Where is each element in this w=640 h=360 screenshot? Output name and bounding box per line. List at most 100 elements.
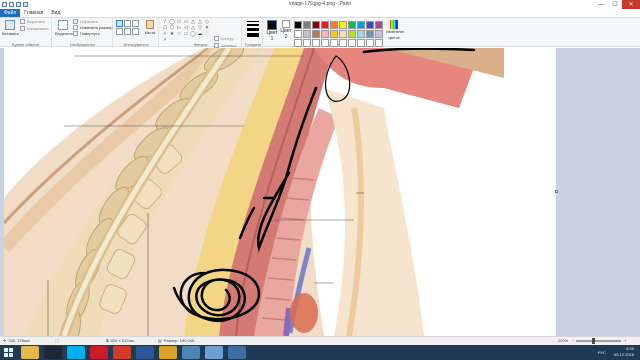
tab-view[interactable]: Вид xyxy=(47,9,64,17)
crop-button[interactable]: Обрезать xyxy=(73,19,98,24)
cut-button[interactable]: Вырезать xyxy=(20,19,45,24)
shape-option[interactable]: ♡ xyxy=(204,32,210,37)
color-swatch[interactable] xyxy=(339,21,347,29)
magnifier-icon[interactable] xyxy=(132,28,139,35)
shape-option[interactable]: ☆ xyxy=(176,32,182,37)
color-swatch[interactable] xyxy=(321,39,329,47)
taskbar-steam-icon[interactable] xyxy=(44,346,62,359)
language-indicator[interactable]: РУС xyxy=(598,350,606,355)
color-swatch[interactable] xyxy=(366,30,374,38)
color-swatch[interactable] xyxy=(294,39,302,47)
fill-icon[interactable] xyxy=(124,20,131,27)
zoom-in-button[interactable]: + xyxy=(624,338,626,343)
color-swatch[interactable] xyxy=(294,30,302,38)
select-button[interactable]: Выделить xyxy=(55,20,73,36)
start-button[interactable] xyxy=(0,345,16,360)
paste-button[interactable]: Вставить xyxy=(2,20,19,36)
color-swatch[interactable] xyxy=(348,39,356,47)
undo-icon[interactable] xyxy=(16,2,21,7)
taskbar-explorer-icon[interactable] xyxy=(21,346,39,359)
color-swatch[interactable] xyxy=(294,21,302,29)
image-size-icon: ⧈ xyxy=(106,338,109,343)
taskbar-skype-icon[interactable] xyxy=(67,346,85,359)
image-group: Выделить Обрезать Изменить размер Поверн… xyxy=(53,18,113,48)
taskbar-apps xyxy=(16,346,246,359)
taskbar-daemon-icon[interactable] xyxy=(182,346,200,359)
text-icon[interactable] xyxy=(132,20,139,27)
resize-handle-right[interactable] xyxy=(555,190,558,193)
taskbar-chrome-icon[interactable] xyxy=(159,346,177,359)
taskbar-word-icon[interactable] xyxy=(136,346,154,359)
ribbon-tabs: Файл Главная Вид xyxy=(0,9,640,17)
color-swatch[interactable] xyxy=(312,39,320,47)
color-swatch[interactable] xyxy=(366,21,374,29)
workspace xyxy=(0,48,640,336)
redo-icon[interactable] xyxy=(23,2,28,7)
zoom-slider[interactable] xyxy=(576,340,621,342)
color-swatch[interactable] xyxy=(375,21,383,29)
clock[interactable]: 8:30 05.12.2015 xyxy=(614,346,634,358)
shape-option[interactable]: ◯ xyxy=(190,32,196,37)
tab-file[interactable]: Файл xyxy=(0,9,21,17)
color-swatch[interactable] xyxy=(303,21,311,29)
color-swatch[interactable] xyxy=(348,30,356,38)
color-picker-icon[interactable] xyxy=(124,28,131,35)
color-swatch[interactable] xyxy=(321,30,329,38)
size-button[interactable] xyxy=(247,21,259,37)
shape-option[interactable]: ⚡ xyxy=(162,38,168,43)
color-swatch[interactable] xyxy=(357,39,365,47)
color-swatch[interactable] xyxy=(357,30,365,38)
brush-icon xyxy=(146,20,154,29)
zoom-slider-thumb[interactable] xyxy=(592,338,595,344)
shapes-gallery[interactable]: / ◯ ▭ ▭ △ △ ◇ ⬠ ⬡ ▷ ◁ △ ▽ ✦ ✧ ★ ☆ ▭ ◯ ☁ ♡ ⚡ xyxy=(162,20,212,43)
close-button[interactable]: ✕ xyxy=(622,0,640,9)
pencil-icon[interactable] xyxy=(116,20,123,27)
save-icon[interactable] xyxy=(9,2,14,7)
file-size-icon: ▤ xyxy=(158,338,162,343)
shape-option[interactable]: ★ xyxy=(169,32,175,37)
color1-button[interactable]: Цвет 1 xyxy=(266,20,278,42)
zoom-out-button[interactable]: − xyxy=(572,338,574,343)
color-swatch[interactable] xyxy=(330,30,338,38)
color-swatch[interactable] xyxy=(312,21,320,29)
outline-dropdown[interactable]: Контур xyxy=(214,36,234,41)
clock-date: 05.12.2015 xyxy=(613,352,634,357)
taskbar: РУС 8:30 05.12.2015 xyxy=(0,345,640,360)
taskbar-ccleaner-icon[interactable] xyxy=(113,346,131,359)
color-swatch[interactable] xyxy=(375,30,383,38)
color-swatch[interactable] xyxy=(366,39,374,47)
color-swatch[interactable] xyxy=(303,30,311,38)
brushes-button[interactable]: Кисти xyxy=(142,20,158,35)
edit-colors-button[interactable]: Изменение цветов xyxy=(386,20,404,41)
color-swatch[interactable] xyxy=(348,21,356,29)
color-swatch[interactable] xyxy=(339,39,347,47)
windows-logo-icon xyxy=(3,348,13,357)
color-swatch[interactable] xyxy=(375,39,383,47)
paste-label: Вставить xyxy=(2,31,19,36)
taskbar-totalcmd-icon[interactable] xyxy=(228,346,246,359)
resize-button[interactable]: Изменить размер xyxy=(73,25,113,30)
tools-group-label: Инструменты xyxy=(123,42,149,47)
color-swatch[interactable] xyxy=(312,30,320,38)
color-swatch[interactable] xyxy=(330,21,338,29)
color2-button[interactable]: Цвет 2 xyxy=(280,20,292,40)
color-swatch[interactable] xyxy=(339,30,347,38)
taskbar-paint-icon[interactable] xyxy=(205,346,223,359)
shape-option[interactable]: ▭ xyxy=(183,32,189,37)
shape-option[interactable]: ☁ xyxy=(197,32,203,37)
tab-home[interactable]: Главная xyxy=(20,9,47,17)
color-swatch[interactable] xyxy=(303,39,311,47)
copy-button[interactable]: Копировать xyxy=(20,26,49,31)
drawing-canvas[interactable] xyxy=(4,48,556,336)
taskbar-opera-icon[interactable] xyxy=(90,346,108,359)
eraser-icon[interactable] xyxy=(116,28,123,35)
selection-size: ⬚ xyxy=(55,338,61,343)
color-swatch[interactable] xyxy=(357,21,365,29)
maximize-button[interactable]: ☐ xyxy=(608,0,622,9)
minimize-button[interactable]: — xyxy=(594,0,608,9)
ribbon: Вставить Вырезать Копировать Буфер обмен… xyxy=(0,17,640,48)
color-swatch[interactable] xyxy=(321,21,329,29)
color-swatch[interactable] xyxy=(330,39,338,47)
paint-app-icon[interactable] xyxy=(2,2,7,7)
rotate-button[interactable]: Повернуть xyxy=(73,31,100,36)
